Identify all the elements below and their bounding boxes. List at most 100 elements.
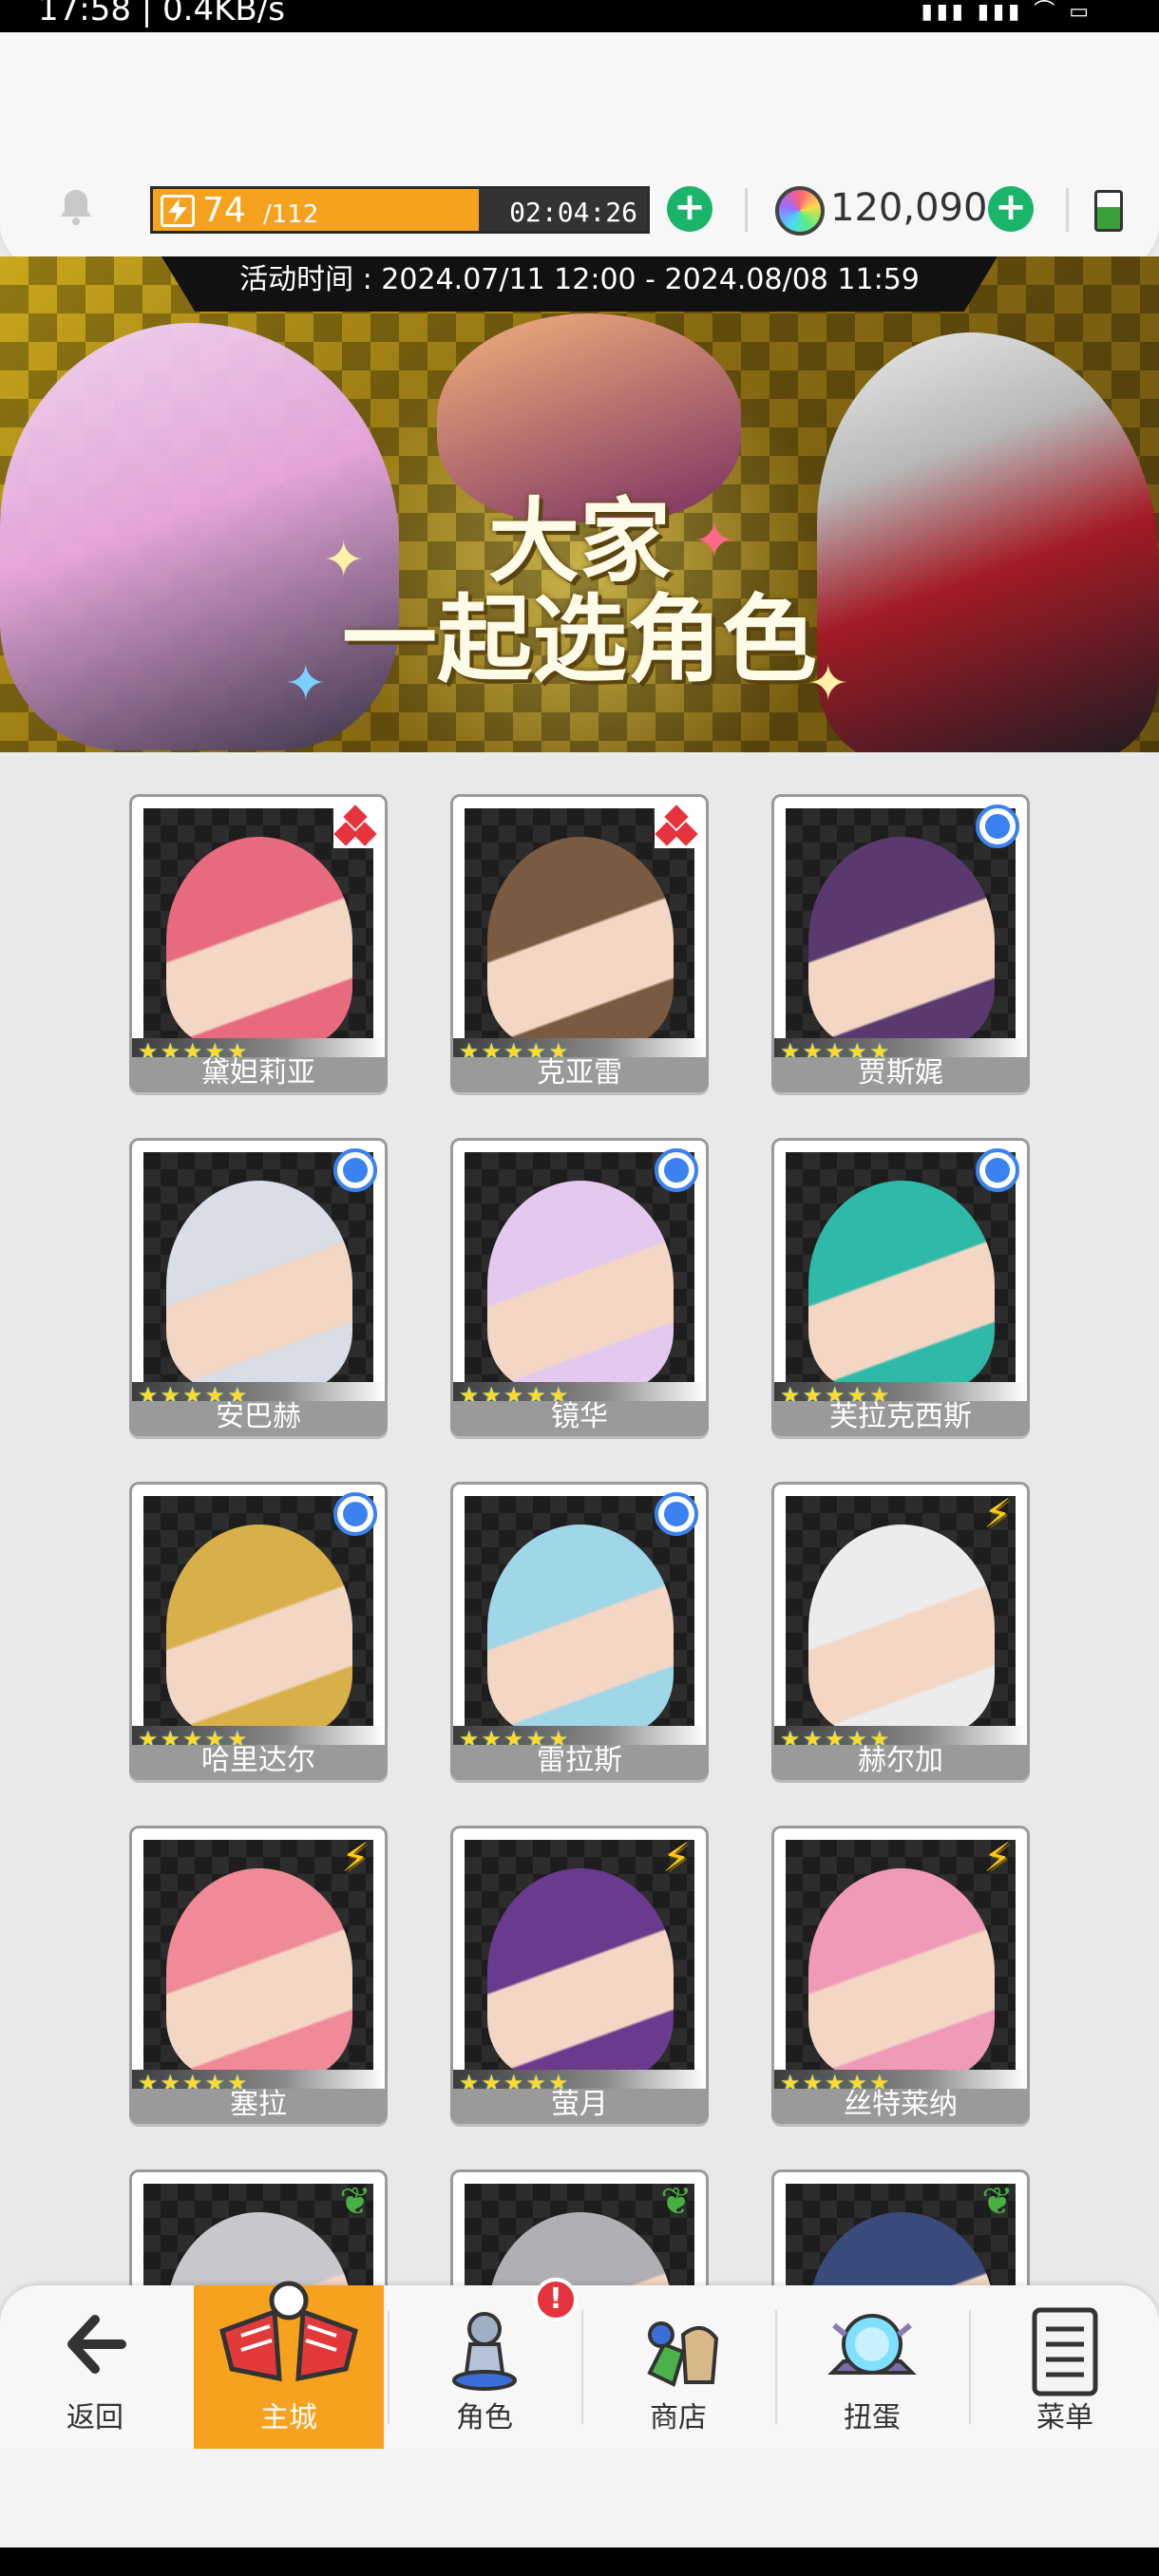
- character-card[interactable]: ★★★★★ 雷拉斯: [450, 1482, 709, 1780]
- battery-icon: [1094, 190, 1123, 232]
- character-name: 哈里达尔: [132, 1745, 385, 1777]
- divider: [1066, 188, 1069, 232]
- system-nav-bar: [0, 2548, 1159, 2576]
- character-name: 塞拉: [132, 2089, 385, 2121]
- red-diamond-icon: [333, 805, 377, 848]
- character-art: [808, 837, 995, 1038]
- character-card[interactable]: ⚡ ★★★★★ 丝特莱纳: [771, 1826, 1030, 2124]
- add-gems-button[interactable]: +: [988, 186, 1034, 232]
- banner-title-line2: 一起选角色: [342, 583, 817, 695]
- nav-label: 商店: [650, 2401, 707, 2434]
- shop-icon: [647, 2321, 719, 2387]
- character-art: [808, 1181, 995, 1382]
- nav-characters[interactable]: ! 角色: [390, 2278, 580, 2449]
- character-art: [166, 837, 352, 1038]
- blue-circle-icon: [976, 1148, 1019, 1192]
- menu-list-icon: [1032, 2307, 1098, 2396]
- bottom-spacer: [0, 2449, 1159, 2548]
- character-name: 贾斯娓: [774, 1057, 1027, 1089]
- character-card[interactable]: ★★★★★ 黛妲莉亚: [129, 794, 388, 1092]
- nav-label: 主城: [260, 2401, 317, 2434]
- nav-label: 角色: [456, 2401, 513, 2434]
- character-portrait: [465, 1496, 694, 1726]
- character-card[interactable]: ★★★★★ 安巴赫: [129, 1138, 388, 1436]
- character-portrait: [143, 1496, 373, 1726]
- character-art: [487, 1868, 674, 2070]
- stamina-max: /112: [263, 200, 319, 229]
- stamina-current: 74: [202, 191, 246, 230]
- bottom-navigation: 返回 主城 ! 角色 商店 扭蛋 菜单: [0, 2278, 1159, 2449]
- character-card[interactable]: ★★★★★ 贾斯娓: [771, 794, 1030, 1092]
- character-name: 赫尔加: [774, 1745, 1027, 1777]
- castle-icon: [219, 2281, 358, 2382]
- character-name: 雷拉斯: [453, 1745, 706, 1777]
- notification-badge: !: [534, 2278, 578, 2321]
- character-name: 萤月: [453, 2089, 706, 2121]
- character-name: 芙拉克西斯: [774, 1401, 1027, 1433]
- character-art: [166, 1181, 352, 1382]
- character-art: [166, 1525, 352, 1726]
- character-card[interactable]: ★★★★★ 哈里达尔: [129, 1482, 388, 1780]
- character-icon: [452, 2312, 517, 2391]
- gem-icon: [775, 186, 825, 236]
- nav-shop[interactable]: 商店: [583, 2285, 773, 2449]
- nav-label: 菜单: [1036, 2401, 1093, 2434]
- leaf-icon: ❦: [981, 2180, 1014, 2224]
- lightning-icon: ⚡: [983, 1490, 1012, 1537]
- blue-circle-icon: [655, 1148, 698, 1192]
- character-portrait: [786, 808, 1016, 1038]
- banner-title-line1: 大家: [488, 488, 671, 595]
- status-bar: 17:58 | 0.4KB/s ▮▮▮ ▮▮▮ ⌒ ▭: [0, 0, 1159, 32]
- character-card[interactable]: ★★★★★ 克亚雷: [450, 794, 709, 1092]
- character-card[interactable]: ⚡ ★★★★★ 赫尔加: [771, 1482, 1030, 1780]
- character-card[interactable]: ⚡ ★★★★★ 萤月: [450, 1826, 709, 2124]
- lightning-icon: ⚡: [983, 1834, 1012, 1881]
- red-diamond-icon: [655, 805, 698, 848]
- character-portrait: [465, 1152, 694, 1382]
- status-time: 17:58 | 0.4KB/s: [38, 0, 285, 28]
- nav-gacha[interactable]: 扭蛋: [777, 2285, 967, 2449]
- character-art: [487, 1181, 674, 1382]
- add-stamina-button[interactable]: +: [667, 186, 712, 232]
- character-name: 黛妲莉亚: [132, 1057, 385, 1089]
- character-card[interactable]: ⚡ ★★★★★ 塞拉: [129, 1826, 388, 2124]
- character-name: 丝特莱纳: [774, 2089, 1027, 2121]
- gems-count: 120,090: [830, 186, 988, 230]
- banner-title: 大家 一起选角色: [314, 494, 846, 690]
- character-name: 克亚雷: [453, 1057, 706, 1089]
- nav-label: 扭蛋: [844, 2401, 901, 2434]
- character-name: 安巴赫: [132, 1401, 385, 1433]
- character-art: [166, 1868, 352, 2070]
- lightning-icon: ⚡: [341, 1834, 370, 1881]
- character-name: 镜华: [453, 1401, 706, 1433]
- character-card[interactable]: ★★★★★ 镜华: [450, 1138, 709, 1436]
- character-card[interactable]: ★★★★★ 芙拉克西斯: [771, 1138, 1030, 1436]
- blue-circle-icon: [333, 1148, 377, 1192]
- character-art: [487, 1525, 674, 1726]
- stamina-bolt-icon: [161, 195, 195, 227]
- stamina-timer: 02:04:26: [509, 197, 637, 228]
- stamina-bar: 74 /112 02:04:26: [150, 186, 650, 234]
- lightning-icon: ⚡: [662, 1834, 691, 1881]
- blue-circle-icon: [976, 805, 1019, 848]
- back-arrow-icon: [67, 2315, 126, 2374]
- character-art: [487, 837, 674, 1038]
- nav-label: 返回: [66, 2401, 124, 2434]
- divider: [745, 188, 748, 232]
- character-art: [808, 1868, 995, 2070]
- character-portrait: [786, 1152, 1016, 1382]
- nav-menu[interactable]: 菜单: [971, 2285, 1159, 2449]
- event-time-label: 活动时间 : 2024.07/11 12:00 - 2024.08/08 11:…: [162, 256, 998, 312]
- status-icons: ▮▮▮ ▮▮▮ ⌒ ▭: [921, 0, 1092, 24]
- gacha-icon: [827, 2314, 917, 2375]
- blue-circle-icon: [655, 1492, 698, 1536]
- character-portrait: [143, 1152, 373, 1382]
- character-art: [808, 1525, 995, 1726]
- leaf-icon: ❦: [660, 2180, 693, 2224]
- blue-circle-icon: [333, 1492, 377, 1536]
- notification-bell-icon[interactable]: [55, 186, 97, 228]
- nav-main-city[interactable]: 主城: [194, 2281, 384, 2449]
- event-banner[interactable]: ✦ ✦ ✦ ✦ 大家 一起选角色 活动时间 : 2024.07/11 12:00…: [0, 256, 1159, 752]
- leaf-icon: ❦: [339, 2180, 371, 2224]
- nav-back[interactable]: 返回: [0, 2285, 190, 2449]
